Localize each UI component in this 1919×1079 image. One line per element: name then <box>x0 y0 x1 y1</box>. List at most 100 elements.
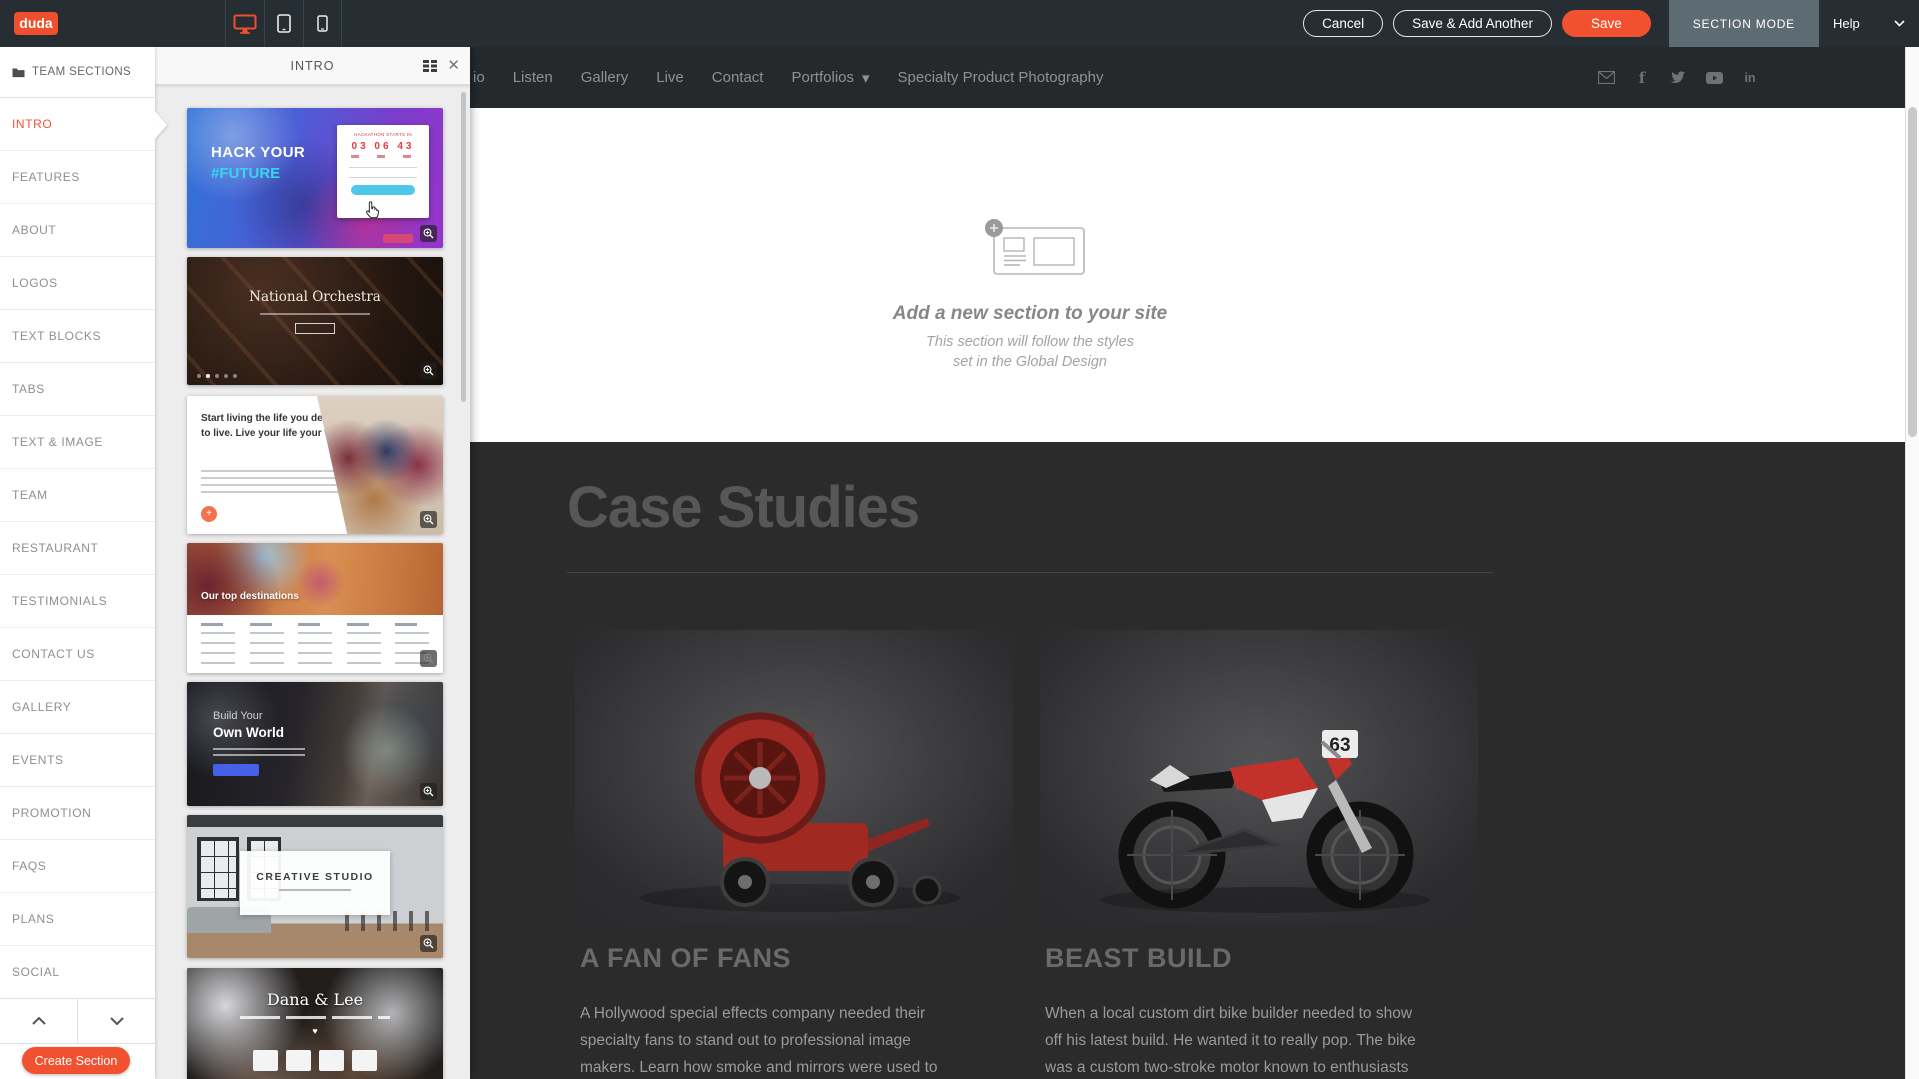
sidebar-item-gallery[interactable]: GALLERY <box>0 681 155 734</box>
thumb-subtitle: #FUTURE <box>211 165 280 182</box>
divider <box>567 572 1493 573</box>
chevron-down-icon <box>1894 20 1905 27</box>
thumb-paragraph-art <box>213 748 305 757</box>
email-icon[interactable] <box>1597 71 1615 84</box>
nav-item-gallery[interactable]: Gallery <box>581 69 629 86</box>
dirt-bike-image: 63 <box>1040 630 1478 925</box>
panel-scrollbar-thumb[interactable] <box>461 92 466 402</box>
template-thumbnail-build-world[interactable]: Build Your Own World <box>187 682 443 806</box>
sidebar-item-about[interactable]: ABOUT <box>0 204 155 257</box>
help-label[interactable]: Help <box>1833 16 1860 31</box>
thumb-art <box>260 313 370 315</box>
template-thumbnail-orchestra[interactable]: National Orchestra <box>187 257 443 385</box>
page-scrollbar-thumb[interactable] <box>1908 107 1917 437</box>
save-button[interactable]: Save <box>1562 10 1651 37</box>
zoom-preview-icon[interactable] <box>420 935 437 952</box>
add-section-zone[interactable]: Add a new section to your site This sect… <box>470 108 1919 442</box>
sidebar-item-promotion[interactable]: PROMOTION <box>0 787 155 840</box>
countdown-boxes-art <box>253 1050 377 1071</box>
linkedin-icon[interactable]: in <box>1741 71 1759 85</box>
save-add-another-button[interactable]: Save & Add Another <box>1393 10 1552 37</box>
page-scrollbar[interactable] <box>1905 47 1919 1079</box>
close-icon[interactable]: ✕ <box>447 56 460 74</box>
social-icons: f in <box>1597 47 1759 108</box>
thumb-art <box>383 234 413 243</box>
sidebar-item-restaurant[interactable]: RESTAURANT <box>0 522 155 575</box>
facebook-icon[interactable]: f <box>1633 69 1651 87</box>
chevron-down-icon: ▾ <box>862 69 870 87</box>
template-thumbnail-lifestyle[interactable]: Start living the life you deserve to liv… <box>187 396 443 534</box>
case-studies-heading: Case Studies <box>567 474 919 541</box>
sidebar-item-intro[interactable]: INTRO <box>0 98 155 151</box>
sidebar-item-plans[interactable]: PLANS <box>0 893 155 946</box>
tablet-view-button[interactable] <box>264 0 303 47</box>
zoom-preview-icon[interactable] <box>420 511 437 528</box>
sidebar-item-events[interactable]: EVENTS <box>0 734 155 787</box>
sidebar-item-features[interactable]: FEATURES <box>0 151 155 204</box>
add-section-subtitle: This section will follow the styles set … <box>830 333 1230 372</box>
chevron-up-icon <box>32 1017 46 1025</box>
create-section-button[interactable]: Create Section <box>22 1047 130 1074</box>
case-studies-section: Case Studies <box>470 442 1919 1079</box>
thumb-cta-button <box>351 185 415 195</box>
nav-item-portfolios[interactable]: Portfolios <box>791 69 854 86</box>
thumb-art <box>197 837 239 901</box>
twitter-icon[interactable] <box>1669 71 1687 84</box>
zoom-preview-icon[interactable] <box>420 650 437 667</box>
countdown-digits: 03 06 43 <box>345 141 421 152</box>
thumb-photo-art <box>187 543 443 615</box>
section-mode-badge: SECTION MODE <box>1669 0 1819 47</box>
cancel-button[interactable]: Cancel <box>1303 10 1383 37</box>
site-nav-items: io Listen Gallery Live Contact Portfolio… <box>473 47 1104 108</box>
sidebar-item-contact-us[interactable]: CONTACT US <box>0 628 155 681</box>
nav-item-contact[interactable]: Contact <box>712 69 764 86</box>
template-thumbnail-destinations[interactable]: Our top destinations <box>187 543 443 673</box>
thumb-paragraph-art <box>240 1016 390 1019</box>
desktop-view-button[interactable] <box>225 0 264 47</box>
nav-item-listen[interactable]: Listen <box>513 69 553 86</box>
layout-toggle-icon[interactable] <box>423 59 438 77</box>
thumb-table-art <box>201 623 429 672</box>
thumb-title: Dana & Lee <box>187 990 443 1009</box>
desktop-icon <box>233 14 257 34</box>
plus-icon: + <box>201 506 217 522</box>
thumb-title: National Orchestra <box>187 289 443 305</box>
sidebar-item-faqs[interactable]: FAQS <box>0 840 155 893</box>
scroll-up-button[interactable] <box>0 999 78 1043</box>
thumb-overlay-card: CREATIVE STUDIO <box>240 851 390 915</box>
intro-templates-panel: INTRO ✕ HACK YOUR #FUTURE HACKATHON STAR… <box>155 47 470 1079</box>
device-switcher <box>225 0 342 47</box>
duda-editor: io Listen Gallery Live Contact Portfolio… <box>0 0 1919 1079</box>
sidebar-item-text-blocks[interactable]: TEXT BLOCKS <box>0 310 155 363</box>
fan-machine-image <box>575 630 1013 925</box>
sections-sidebar: TEAM SECTIONS INTRO FEATURES ABOUT LOGOS… <box>0 47 155 1079</box>
scroll-down-button[interactable] <box>78 999 155 1043</box>
site-preview: io Listen Gallery Live Contact Portfolio… <box>470 47 1919 1079</box>
nav-item-specialty[interactable]: Specialty Product Photography <box>898 69 1104 86</box>
nav-item-live[interactable]: Live <box>656 69 684 86</box>
sidebar-item-testimonials[interactable]: TESTIMONIALS <box>0 575 155 628</box>
active-item-pointer <box>155 111 167 139</box>
nav-item-clipped[interactable]: io <box>473 69 485 86</box>
template-thumbnail-dana-lee[interactable]: Dana & Lee ♥ <box>187 968 443 1079</box>
sidebar-item-text-image[interactable]: TEXT & IMAGE <box>0 416 155 469</box>
countdown-card: HACKATHON STARTS IN 03 06 43 <box>337 125 429 218</box>
duda-logo[interactable]: duda <box>14 12 58 35</box>
mobile-view-button[interactable] <box>303 0 342 47</box>
thumb-title-line1: Build Your <box>213 710 263 722</box>
template-thumbnail-hackathon[interactable]: HACK YOUR #FUTURE HACKATHON STARTS IN 03… <box>187 108 443 248</box>
carousel-dots <box>197 374 237 378</box>
thumb-title: HACK YOUR <box>211 144 305 161</box>
sidebar-item-logos[interactable]: LOGOS <box>0 257 155 310</box>
sidebar-item-social[interactable]: SOCIAL <box>0 946 155 999</box>
youtube-icon[interactable] <box>1705 72 1723 84</box>
zoom-preview-icon[interactable] <box>420 225 437 242</box>
folder-icon <box>12 67 25 78</box>
sidebar-item-tabs[interactable]: TABS <box>0 363 155 416</box>
zoom-preview-icon[interactable] <box>420 783 437 800</box>
zoom-preview-icon[interactable] <box>420 362 437 379</box>
sidebar-item-team[interactable]: TEAM <box>0 469 155 522</box>
chevron-down-icon <box>110 1017 124 1025</box>
help-menu[interactable]: Help <box>1819 16 1919 31</box>
template-thumbnail-creative-studio[interactable]: CREATIVE STUDIO <box>187 815 443 958</box>
